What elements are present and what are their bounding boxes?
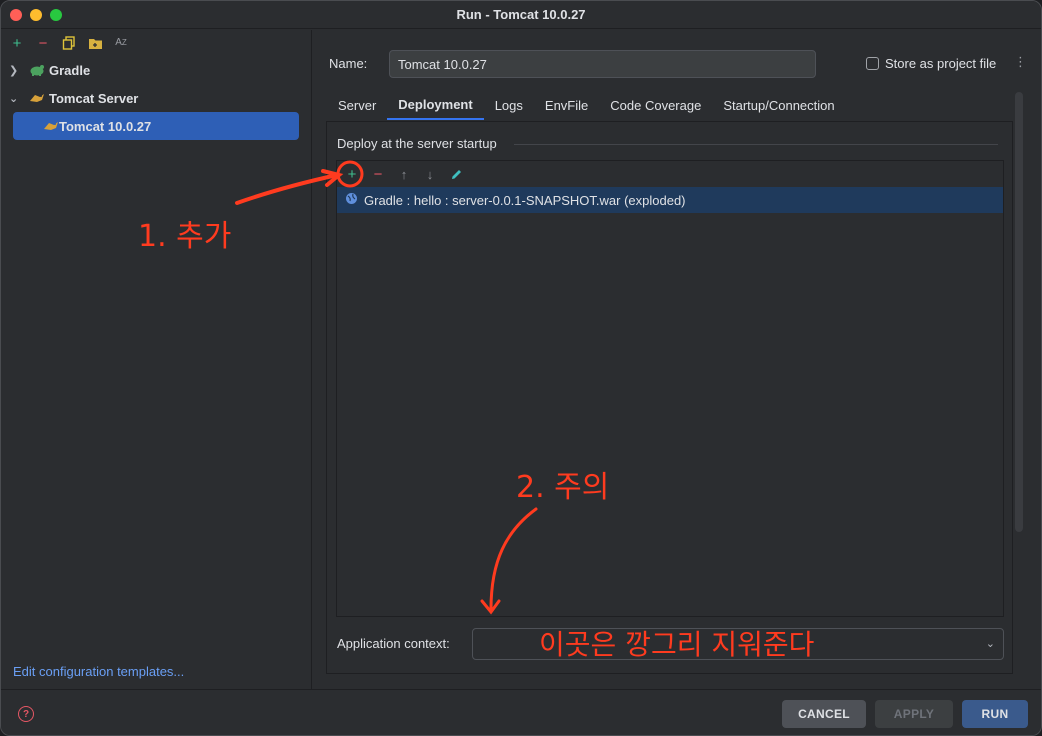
annotation-add: 1. 추가 bbox=[138, 219, 232, 254]
annotation-clear: 이곳은 깡그리 지워준다 bbox=[539, 628, 815, 661]
annotation-warning: 2. 주의 bbox=[516, 470, 610, 505]
run-config-dialog: Run - Tomcat 10.0.27 + − AZ ❯ Gradle ⌄ T… bbox=[0, 0, 1042, 736]
arrow-line bbox=[489, 507, 538, 611]
arrow-line bbox=[235, 173, 339, 205]
annotation-overlay bbox=[235, 160, 538, 615]
